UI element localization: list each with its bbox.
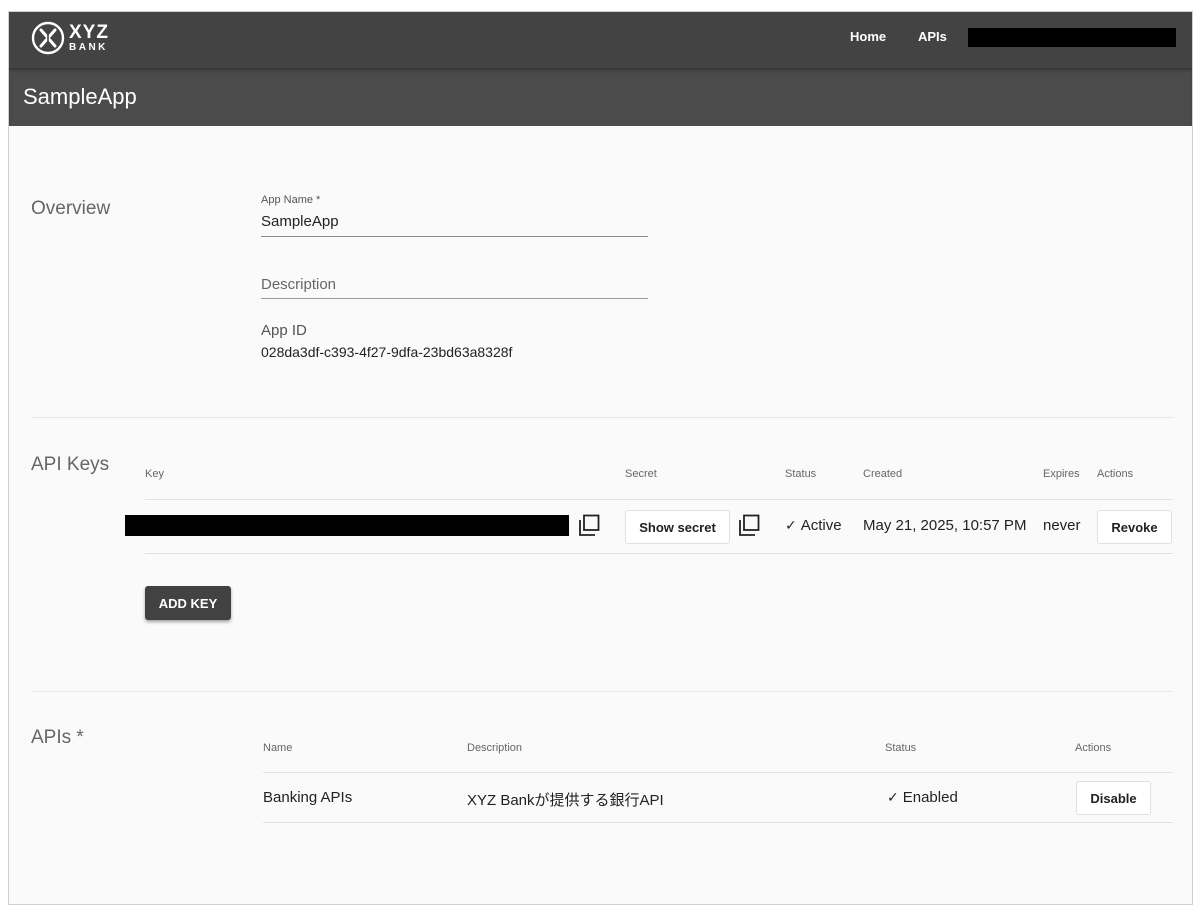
column-header-expires: Expires bbox=[1043, 468, 1080, 480]
revoke-button[interactable]: Revoke bbox=[1097, 510, 1172, 544]
redacted-user-info bbox=[968, 28, 1176, 47]
app-id-value: 028da3df-c393-4f27-9dfa-23bd63a8328f bbox=[261, 344, 513, 360]
apis-section-title: APIs * bbox=[31, 727, 84, 748]
status-text: Enabled bbox=[902, 789, 958, 806]
api-name: Banking APIs bbox=[263, 789, 353, 806]
copy-icon[interactable] bbox=[738, 514, 760, 536]
nav-apis-link[interactable]: APIs bbox=[918, 29, 947, 44]
overview-section-title: Overview bbox=[31, 198, 111, 219]
top-nav-bar: XYZ BANK Home APIs bbox=[9, 12, 1192, 68]
api-keys-section-title: API Keys bbox=[31, 454, 110, 475]
app-id-label: App ID bbox=[261, 322, 307, 339]
column-header-name: Name bbox=[263, 742, 293, 754]
created-date: May 21, 2025, 10:57 PM bbox=[863, 517, 1027, 534]
column-header-status: Status bbox=[785, 468, 817, 480]
description-input[interactable]: Description bbox=[261, 276, 336, 293]
add-key-button[interactable]: ADD KEY bbox=[145, 586, 231, 620]
column-header-actions: Actions bbox=[1075, 742, 1112, 754]
status-badge: ✓ Active bbox=[785, 517, 842, 534]
page-title: SampleApp bbox=[23, 84, 137, 109]
check-icon: ✓ bbox=[785, 517, 797, 533]
expires-value: never bbox=[1043, 517, 1081, 534]
logo-line-bank: BANK bbox=[69, 42, 108, 53]
column-header-description: Description bbox=[467, 742, 523, 754]
column-header-secret: Secret bbox=[625, 468, 657, 480]
check-icon: ✓ bbox=[887, 789, 899, 805]
table-row-line bbox=[145, 553, 1173, 554]
status-badge: ✓ Enabled bbox=[887, 789, 958, 806]
app-frame: XYZ BANK Home APIs SampleApp Overview Ap… bbox=[8, 11, 1193, 905]
app-name-label: App Name * bbox=[261, 194, 321, 206]
xyz-bank-logo-icon bbox=[31, 21, 65, 55]
column-header-actions: Actions bbox=[1097, 468, 1134, 480]
disable-button[interactable]: Disable bbox=[1076, 781, 1151, 815]
column-header-status: Status bbox=[885, 742, 917, 754]
api-description: XYZ Bankが提供する銀行API bbox=[467, 792, 664, 809]
app-name-underline bbox=[261, 236, 648, 237]
logo[interactable]: XYZ BANK bbox=[31, 21, 109, 55]
status-text: Active bbox=[800, 517, 842, 534]
copy-icon[interactable] bbox=[578, 514, 600, 536]
column-header-created: Created bbox=[863, 468, 903, 480]
table-row-line bbox=[263, 822, 1173, 823]
section-divider bbox=[31, 691, 1173, 692]
nav-home-link[interactable]: Home bbox=[850, 29, 886, 44]
logo-line-xyz: XYZ bbox=[69, 22, 109, 43]
description-underline bbox=[261, 298, 648, 299]
redacted-api-key bbox=[125, 515, 569, 536]
logo-text: XYZ BANK bbox=[69, 23, 109, 53]
section-divider bbox=[31, 417, 1173, 418]
show-secret-button[interactable]: Show secret bbox=[625, 510, 730, 544]
table-header-line bbox=[145, 499, 1173, 500]
app-name-input[interactable]: SampleApp bbox=[261, 213, 339, 230]
column-header-key: Key bbox=[145, 468, 164, 480]
table-header-line bbox=[263, 772, 1173, 773]
app-header: SampleApp bbox=[9, 68, 1192, 126]
